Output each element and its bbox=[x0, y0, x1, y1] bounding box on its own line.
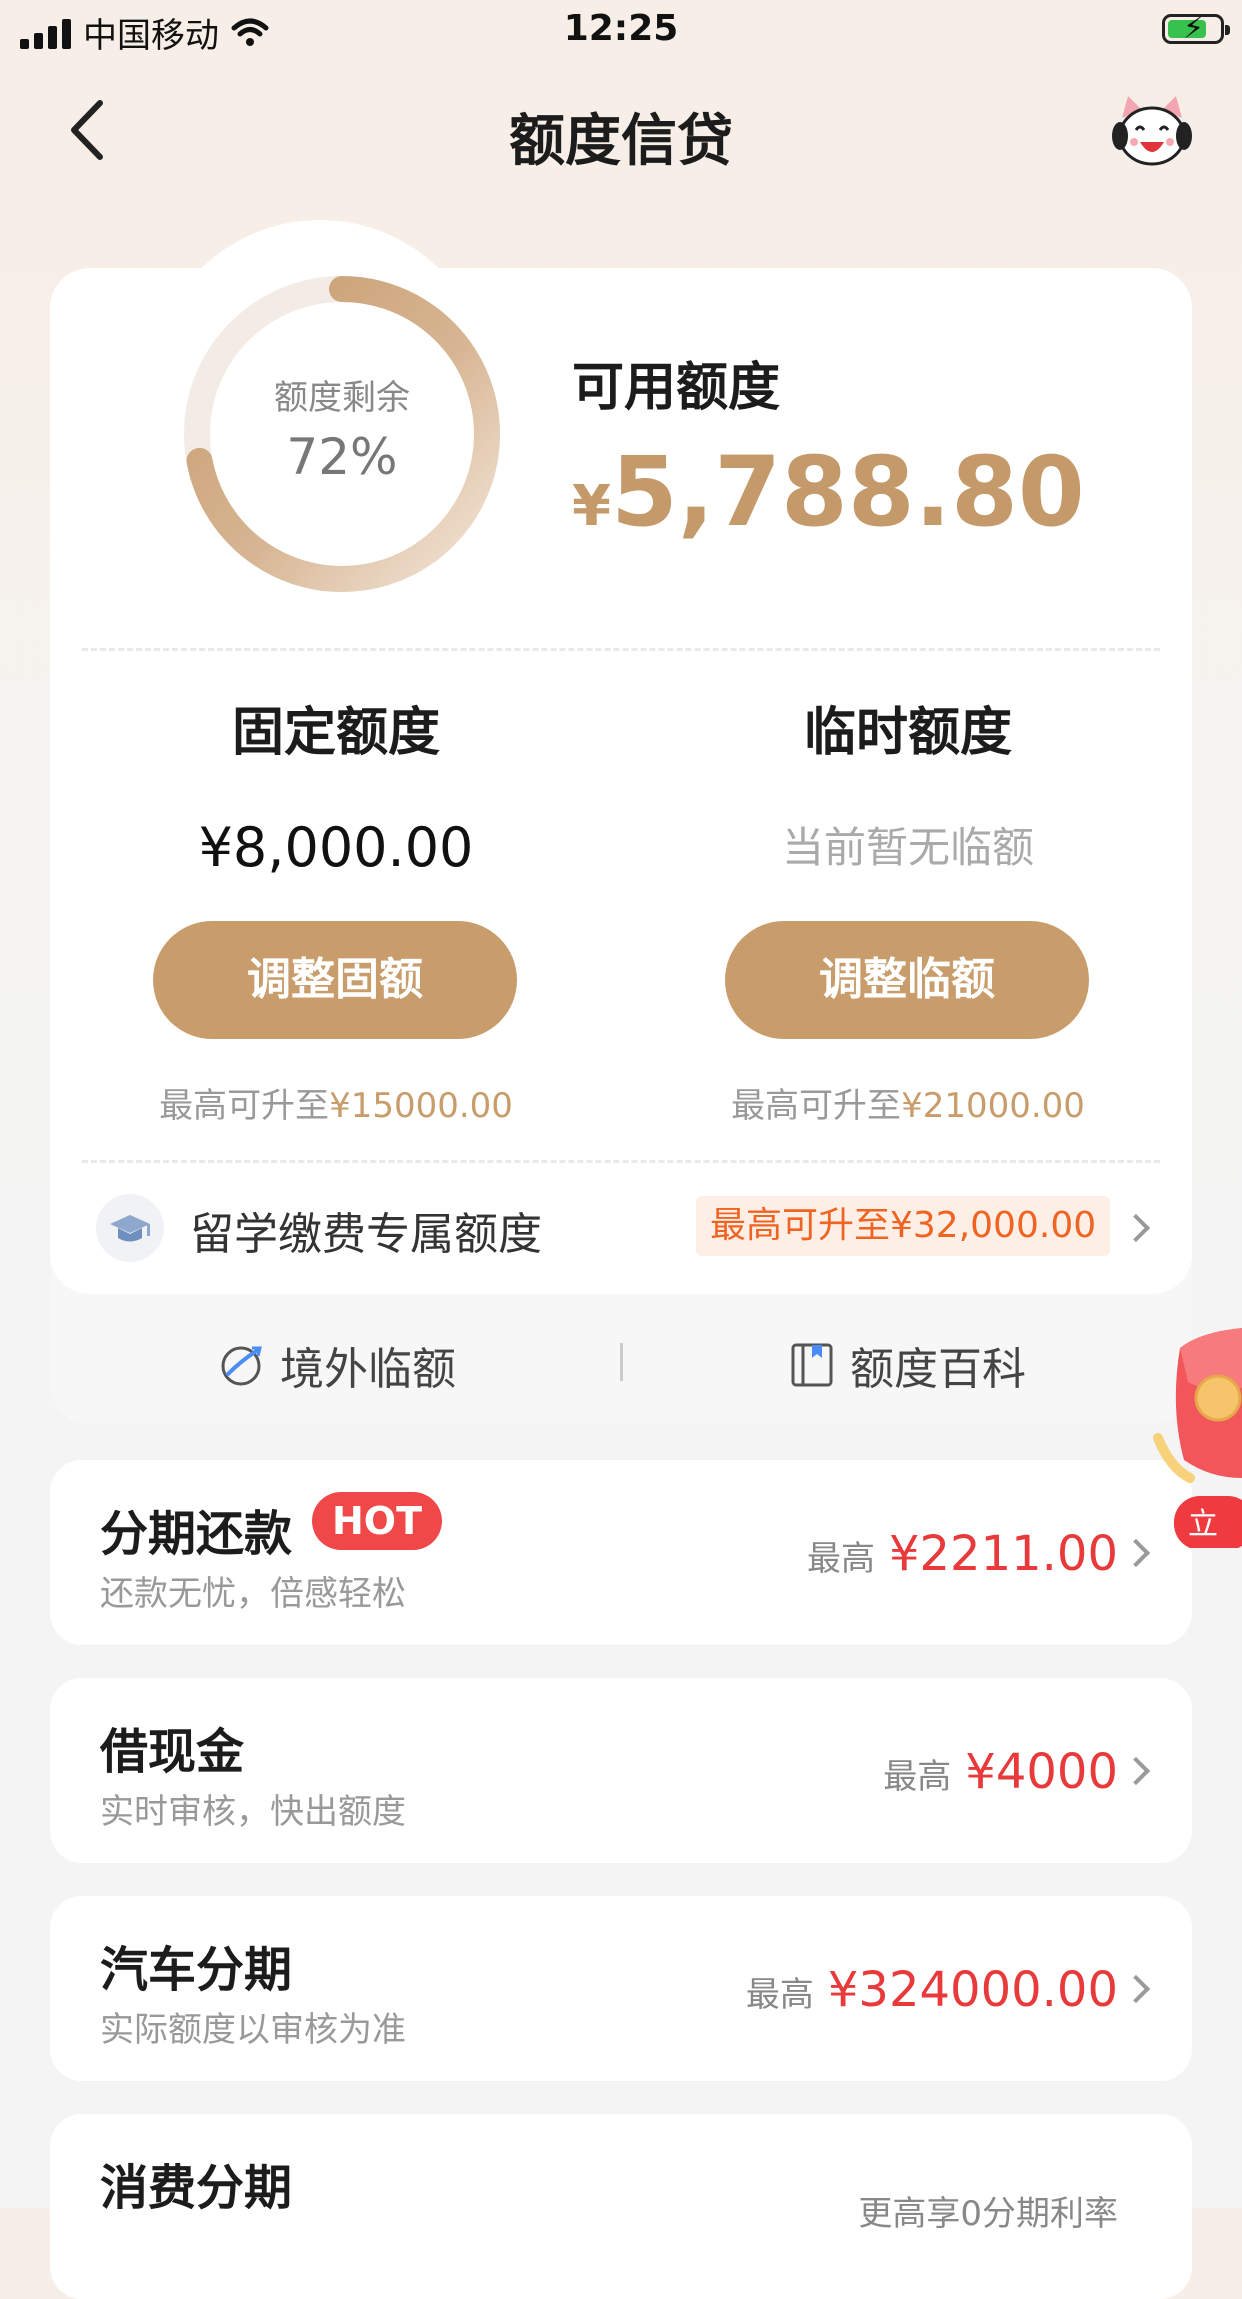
ring-label: 额度剩余 bbox=[274, 378, 410, 418]
graduation-cap-icon bbox=[96, 1194, 164, 1262]
product-subtitle: 实际额度以审核为准 bbox=[100, 2010, 406, 2050]
product-title: 汽车分期 bbox=[100, 1942, 293, 1998]
status-time: 12:25 bbox=[563, 8, 679, 49]
temporary-credit-status: 当前暂无临额 bbox=[781, 823, 1034, 872]
page-title: 额度信贷 bbox=[509, 109, 733, 174]
divider bbox=[82, 648, 1160, 651]
temporary-credit-title: 临时额度 bbox=[803, 703, 1012, 763]
fixed-max-text: 最高可升至¥15000.00 bbox=[159, 1086, 513, 1126]
product-max-amount: 最高 ¥2211.00 bbox=[806, 1526, 1118, 1582]
currency-symbol: ¥ bbox=[572, 474, 611, 539]
temporary-max-text: 最高可升至¥21000.00 bbox=[731, 1086, 1085, 1126]
chevron-right-icon bbox=[1121, 1756, 1151, 1786]
product-subtitle: 实时审核，快出额度 bbox=[100, 1792, 406, 1832]
available-amount-value: 5,788.80 bbox=[610, 436, 1085, 548]
float-badge-text: 立 bbox=[1188, 1507, 1218, 1542]
study-abroad-max-tag: 最高可升至¥32,000.00 bbox=[696, 1196, 1111, 1256]
consumer-installment-card[interactable]: 消费分期 更高享0分期利率 bbox=[50, 2114, 1192, 2299]
adjust-fixed-credit-button[interactable]: 调整固额 bbox=[153, 921, 517, 1039]
product-title: 分期还款 bbox=[100, 1506, 293, 1562]
available-credit-amount: ¥5,788.80 bbox=[572, 436, 1085, 548]
navigation-bar: 额度信贷 bbox=[0, 80, 1242, 190]
product-max-amount: 最高 ¥324000.00 bbox=[745, 1962, 1118, 2018]
fixed-credit-title: 固定额度 bbox=[231, 703, 440, 763]
link-separator bbox=[620, 1343, 623, 1381]
battery-charging-icon: ⚡ bbox=[1162, 11, 1230, 46]
chevron-right-icon bbox=[1121, 1213, 1151, 1243]
red-envelope-float-icon[interactable]: 立 bbox=[1140, 1328, 1242, 1548]
cash-loan-card[interactable]: 借现金 实时审核，快出额度 最高 ¥4000 bbox=[50, 1678, 1192, 1863]
chevron-right-icon bbox=[1121, 1974, 1151, 2004]
study-abroad-credit-row[interactable]: 留学缴费专属额度 最高可升至¥32,000.00 bbox=[96, 1190, 1156, 1266]
book-icon bbox=[791, 1343, 833, 1387]
globe-plane-icon bbox=[221, 1346, 262, 1386]
installment-repayment-card[interactable]: 分期还款 HOT 还款无忧，倍感轻松 最高 ¥2211.00 bbox=[50, 1460, 1192, 1645]
available-credit-label: 可用额度 bbox=[572, 358, 781, 418]
hot-badge: HOT bbox=[312, 1492, 443, 1550]
product-promo-text: 更高享0分期利率 bbox=[858, 2194, 1118, 2234]
fixed-credit-amount: ¥8,000.00 bbox=[198, 816, 474, 879]
wiki-link-label: 额度百科 bbox=[850, 1344, 1026, 1395]
study-abroad-credit-label: 留学缴费专属额度 bbox=[190, 1209, 542, 1260]
overseas-temporary-credit-link[interactable]: 境外临额 bbox=[218, 1330, 456, 1400]
product-title: 借现金 bbox=[100, 1724, 245, 1780]
product-max-amount: 最高 ¥4000 bbox=[883, 1744, 1118, 1800]
car-installment-card[interactable]: 汽车分期 实际额度以审核为准 最高 ¥324000.00 bbox=[50, 1896, 1192, 2081]
credit-wiki-link[interactable]: 额度百科 bbox=[790, 1330, 1026, 1400]
ring-percent: 72% bbox=[286, 428, 398, 486]
adjust-temporary-credit-button[interactable]: 调整临额 bbox=[725, 921, 1089, 1039]
divider bbox=[82, 1160, 1160, 1163]
status-bar: 中国移动 12:25 ⚡ bbox=[0, 0, 1242, 60]
product-subtitle: 还款无忧，倍感轻松 bbox=[100, 1574, 406, 1614]
mascot-avatar-icon[interactable] bbox=[1110, 90, 1194, 174]
overseas-link-label: 境外临额 bbox=[280, 1344, 456, 1395]
